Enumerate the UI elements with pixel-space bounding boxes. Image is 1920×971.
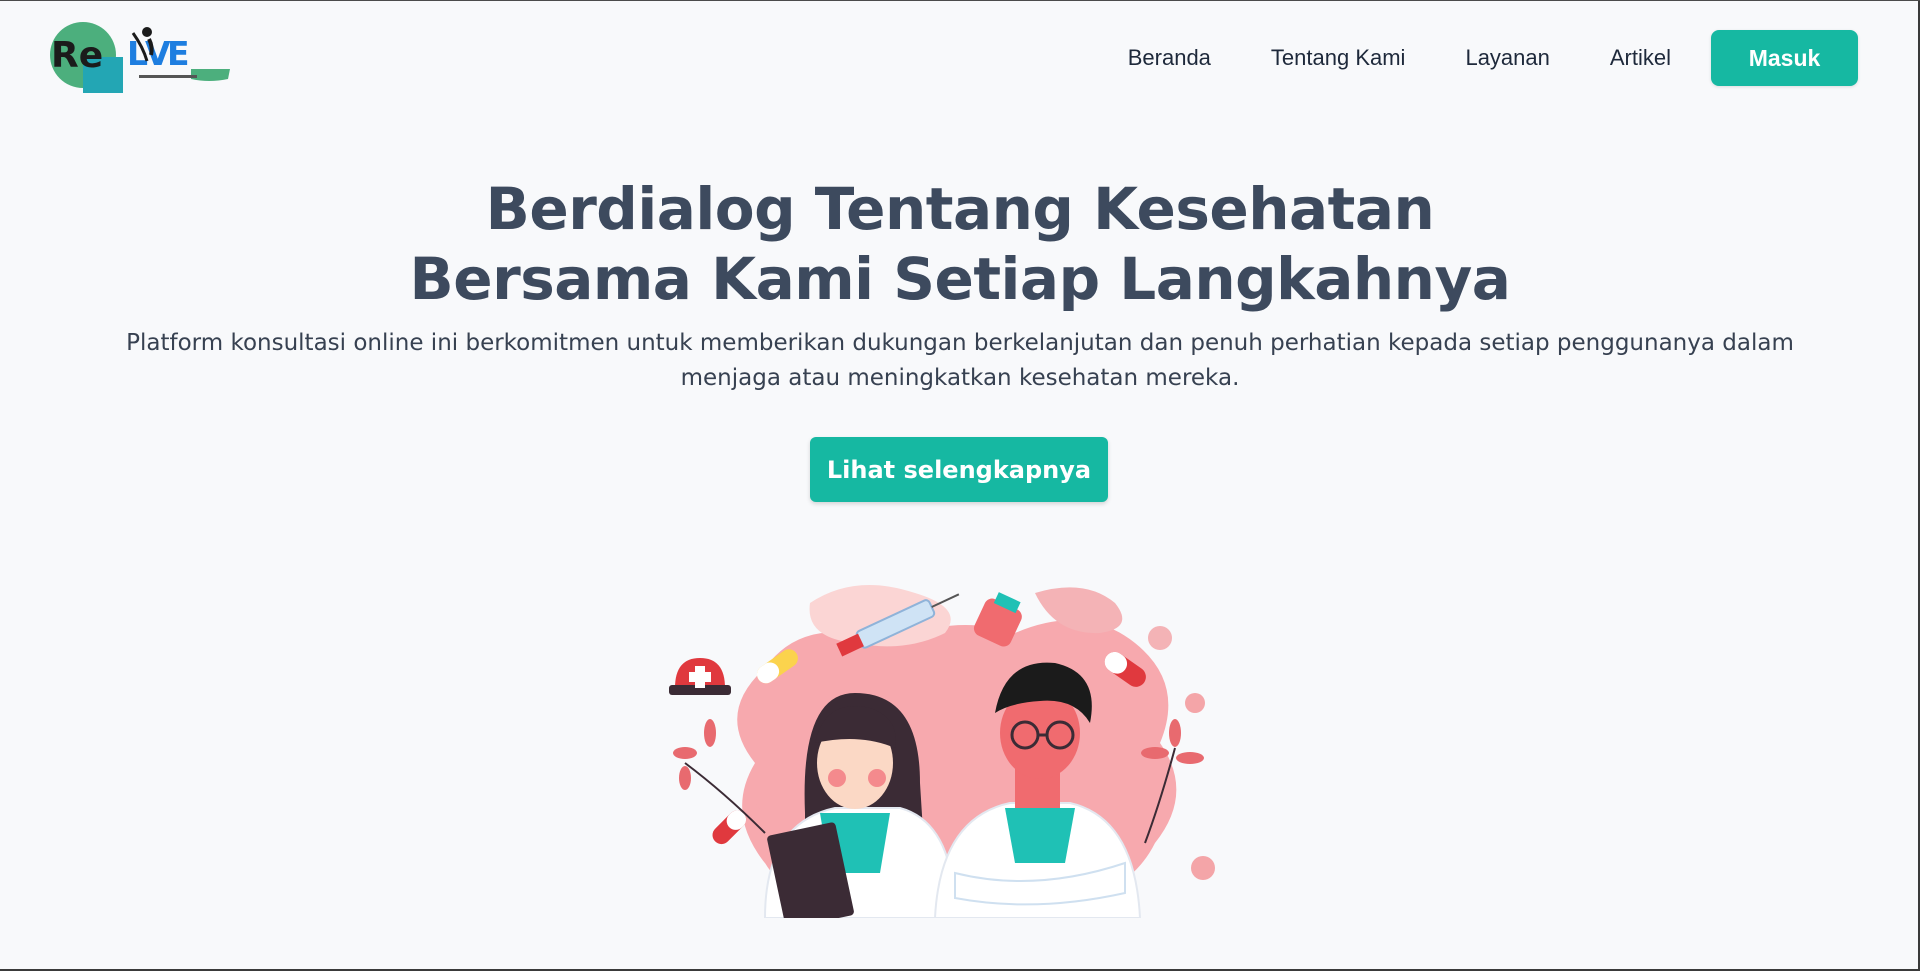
nav-beranda[interactable]: Beranda [1128, 45, 1211, 71]
svg-text:Re: Re [51, 35, 103, 76]
nav-tentang-kami[interactable]: Tentang Kami [1271, 45, 1406, 71]
hero-title-line-2: Bersama Kami Setiap Langkahnya [409, 245, 1511, 313]
doctors-illustration-icon [669, 585, 1215, 929]
relive-logo-icon: Re L V E [50, 22, 230, 93]
see-more-button[interactable]: Lihat selengkapnya [810, 437, 1108, 502]
main-nav: Beranda Tentang Kami Layanan Artikel Mas… [1128, 30, 1858, 86]
page: Re L V E Beranda Tentang Kami Layanan Ar… [0, 0, 1920, 971]
hero-title: Berdialog Tentang Kesehatan Bersama Kami… [0, 174, 1920, 314]
login-button[interactable]: Masuk [1711, 30, 1858, 86]
doctors-illustration [655, 573, 1265, 929]
relive-logo[interactable]: Re L V E [49, 21, 235, 97]
nav-artikel[interactable]: Artikel [1610, 45, 1671, 71]
svg-text:E: E [167, 34, 190, 73]
hero-title-line-1: Berdialog Tentang Kesehatan [485, 175, 1435, 243]
hero-subtitle: Platform konsultasi online ini berkomitm… [126, 330, 1794, 391]
nav-layanan[interactable]: Layanan [1465, 45, 1549, 71]
